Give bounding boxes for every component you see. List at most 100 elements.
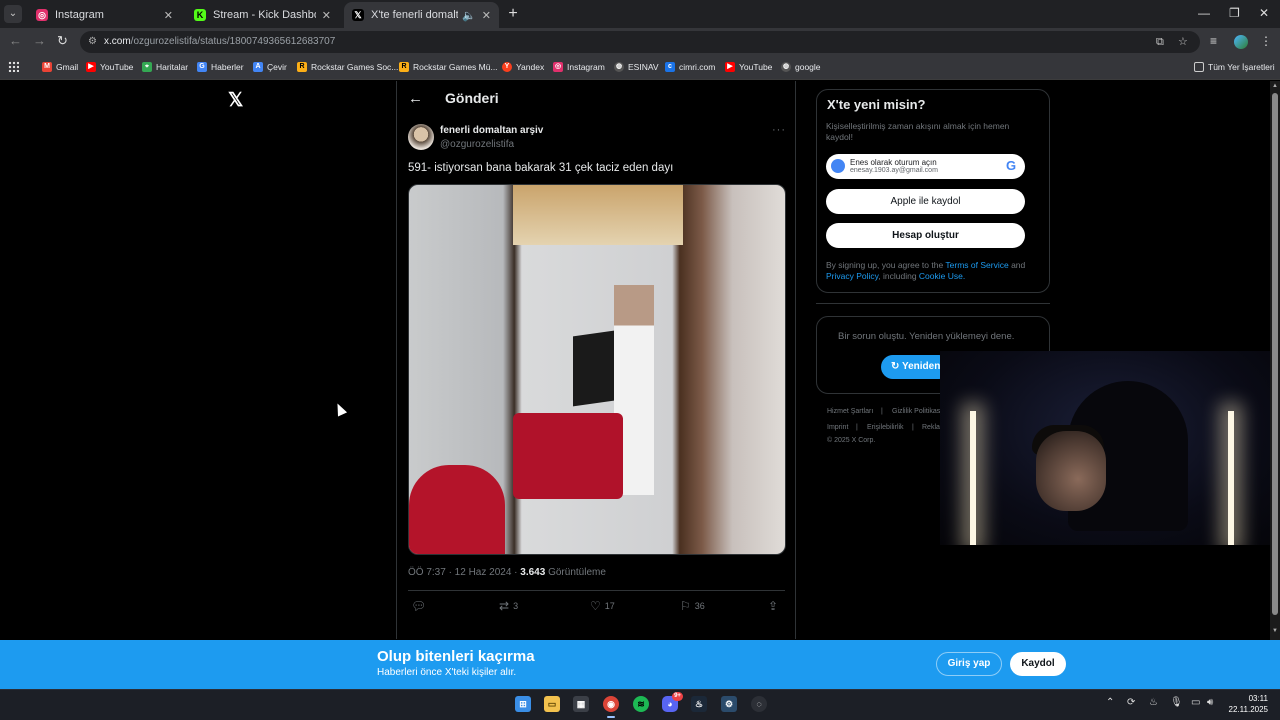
- microphone-icon[interactable]: 🎙︎: [1170, 697, 1183, 708]
- post-text: 591- istiyorsan bana bakarak 31 çek taci…: [408, 162, 674, 174]
- footer-separator: |: [881, 408, 883, 415]
- bookmark-rockstar-social[interactable]: R Rockstar Games Soc...: [297, 62, 398, 72]
- store-icon[interactable]: ▦: [573, 696, 589, 712]
- back-button[interactable]: ←: [9, 33, 22, 48]
- tab-instagram[interactable]: ◎ Instagram ✕: [28, 2, 181, 28]
- windows-start-icon[interactable]: ⊞: [515, 696, 531, 712]
- divider: [816, 303, 1050, 304]
- site-info-icon[interactable]: ⚙: [88, 31, 97, 53]
- display-icon[interactable]: ▭: [1191, 697, 1200, 708]
- bookmark-button[interactable]: ⚐ 36: [680, 599, 705, 613]
- tab-strip: ⌄ ◎ Instagram ✕ K Stream - Kick Dashboar…: [0, 0, 1280, 28]
- repost-button[interactable]: ⇄ 3: [499, 599, 518, 613]
- close-icon[interactable]: ✕: [482, 9, 491, 22]
- video-frame-foreground: [409, 465, 505, 554]
- webcam-light-left: [970, 411, 976, 545]
- tab-kick-dashboard[interactable]: K Stream - Kick Dashboard ✕: [186, 2, 339, 28]
- chrome-icon[interactable]: ◉: [603, 696, 619, 718]
- bookmark-cevir[interactable]: A Çevir: [253, 62, 287, 72]
- steam-tray-icon[interactable]: ♨: [1149, 697, 1158, 708]
- translate-icon: A: [253, 62, 263, 72]
- webcam-overlay: [940, 351, 1280, 545]
- maps-icon: ⌖: [142, 62, 152, 72]
- bookmark-cimri[interactable]: c cimri.com: [665, 62, 715, 72]
- bookmark-google[interactable]: ◍ google: [781, 62, 821, 72]
- chevron-up-icon[interactable]: ⌃: [1106, 697, 1114, 708]
- back-arrow-icon[interactable]: ←: [408, 90, 423, 107]
- author-name[interactable]: fenerli domaltan arşiv: [440, 125, 543, 136]
- star-icon[interactable]: ☆: [1178, 31, 1188, 53]
- browser-toolbar: ← → ↻ ⚙ x.com/ozgurozelistifa/status/180…: [0, 28, 1280, 56]
- steam-icon[interactable]: ♨: [691, 696, 707, 712]
- minimize-button[interactable]: —: [1198, 6, 1210, 20]
- bookmark-haritalar[interactable]: ⌖ Haritalar: [142, 62, 188, 72]
- system-clock[interactable]: 03:11 22.11.2025: [1228, 693, 1268, 715]
- x-logo-icon[interactable]: 𝕏: [228, 89, 243, 112]
- address-bar[interactable]: ⚙ x.com/ozgurozelistifa/status/180074936…: [80, 31, 1200, 53]
- share-button[interactable]: ⇪: [768, 599, 778, 613]
- forward-button[interactable]: →: [33, 33, 46, 48]
- app-icon[interactable]: ⚙: [721, 696, 737, 712]
- reload-button[interactable]: ↻: [57, 33, 68, 49]
- scroll-down-icon[interactable]: ▼: [1272, 628, 1278, 634]
- restore-button[interactable]: ❐: [1229, 6, 1240, 20]
- like-button[interactable]: ♡ 17: [590, 599, 615, 613]
- youtube-icon: ▶: [725, 62, 735, 72]
- author-handle[interactable]: @ozgurozelistifa: [440, 139, 514, 150]
- volume-icon[interactable]: 🔊︎: [1207, 697, 1213, 708]
- bookmark-yandex[interactable]: Y Yandex: [502, 62, 544, 72]
- terms-link[interactable]: Terms of Service: [945, 260, 1008, 270]
- error-message: Bir sorun oluştu. Yeniden yüklemeyi dene…: [838, 331, 1015, 342]
- bookmark-haberler[interactable]: G Haberler: [197, 62, 244, 72]
- scroll-up-icon[interactable]: ▲: [1272, 83, 1278, 89]
- menu-icon[interactable]: ⋮: [1260, 34, 1272, 48]
- bookmark-youtube-2[interactable]: ▶ YouTube: [725, 62, 772, 72]
- refresh-icon: ↻: [891, 361, 902, 372]
- bookmark-icon: ⚐: [680, 599, 691, 613]
- bookmark-instagram[interactable]: ◎ Instagram: [553, 62, 605, 72]
- bookmark-gmail[interactable]: M Gmail: [42, 62, 78, 72]
- bookmark-rockstar-music[interactable]: R Rockstar Games Mü...: [399, 62, 498, 72]
- close-icon[interactable]: ✕: [322, 9, 331, 22]
- privacy-link[interactable]: Privacy Policy: [826, 271, 878, 281]
- more-options-icon[interactable]: ···: [772, 124, 786, 136]
- sync-icon[interactable]: ⟳: [1127, 697, 1135, 708]
- google-signin-button[interactable]: Enes olarak oturum açın enesay.1903.ay@g…: [826, 154, 1025, 179]
- all-bookmarks-folder[interactable]: Tüm Yer İşaretleri: [1194, 62, 1275, 72]
- login-button[interactable]: Giriş yap: [936, 652, 1002, 676]
- post-video[interactable]: [408, 184, 786, 555]
- folder-icon: [1194, 62, 1204, 72]
- file-explorer-icon[interactable]: ▭: [544, 696, 560, 712]
- apps-icon[interactable]: [8, 61, 19, 72]
- tab-search-button[interactable]: ⌄: [4, 5, 22, 23]
- settings-app-icon[interactable]: ◌: [751, 696, 767, 712]
- footer-link[interactable]: Erişilebilirlik: [867, 424, 904, 431]
- signup-button[interactable]: Kaydol: [1010, 652, 1066, 676]
- create-account-button[interactable]: Hesap oluştur: [826, 223, 1025, 248]
- new-tab-button[interactable]: +: [505, 5, 521, 23]
- tab-x-post[interactable]: 𝕏 X'te fenerli domaltan arşiv 🔈 ✕: [344, 2, 499, 28]
- cookie-link[interactable]: Cookie Use.: [919, 271, 965, 281]
- footer-link[interactable]: Imprint: [827, 424, 848, 431]
- share-icon: ⇪: [768, 599, 779, 613]
- media-controls-icon[interactable]: ≡: [1210, 34, 1217, 48]
- bookmark-esinav[interactable]: ◍ ESINAV: [614, 62, 659, 72]
- scrollbar-thumb[interactable]: [1272, 93, 1278, 615]
- video-frame-ceiling: [513, 185, 683, 245]
- apple-signup-button[interactable]: Apple ile kaydol: [826, 189, 1025, 214]
- install-app-icon[interactable]: ⧉: [1156, 31, 1164, 53]
- footer-separator: |: [856, 424, 858, 431]
- speaker-icon[interactable]: 🔈: [462, 9, 476, 22]
- reply-button[interactable]: 💬︎: [411, 599, 426, 613]
- footer-link[interactable]: Hizmet Şartları: [827, 408, 873, 415]
- gmail-icon: M: [42, 62, 52, 72]
- kick-icon: K: [194, 9, 206, 21]
- footer-link[interactable]: Gizlilik Politikası: [892, 408, 942, 415]
- window-close-button[interactable]: ✕: [1259, 6, 1269, 20]
- profile-avatar[interactable]: [1234, 35, 1248, 49]
- close-icon[interactable]: ✕: [164, 9, 173, 22]
- instagram-icon: ◎: [553, 62, 563, 72]
- bookmark-youtube[interactable]: ▶ YouTube: [86, 62, 133, 72]
- spotify-icon[interactable]: ≋: [633, 696, 649, 712]
- author-avatar[interactable]: [408, 124, 434, 150]
